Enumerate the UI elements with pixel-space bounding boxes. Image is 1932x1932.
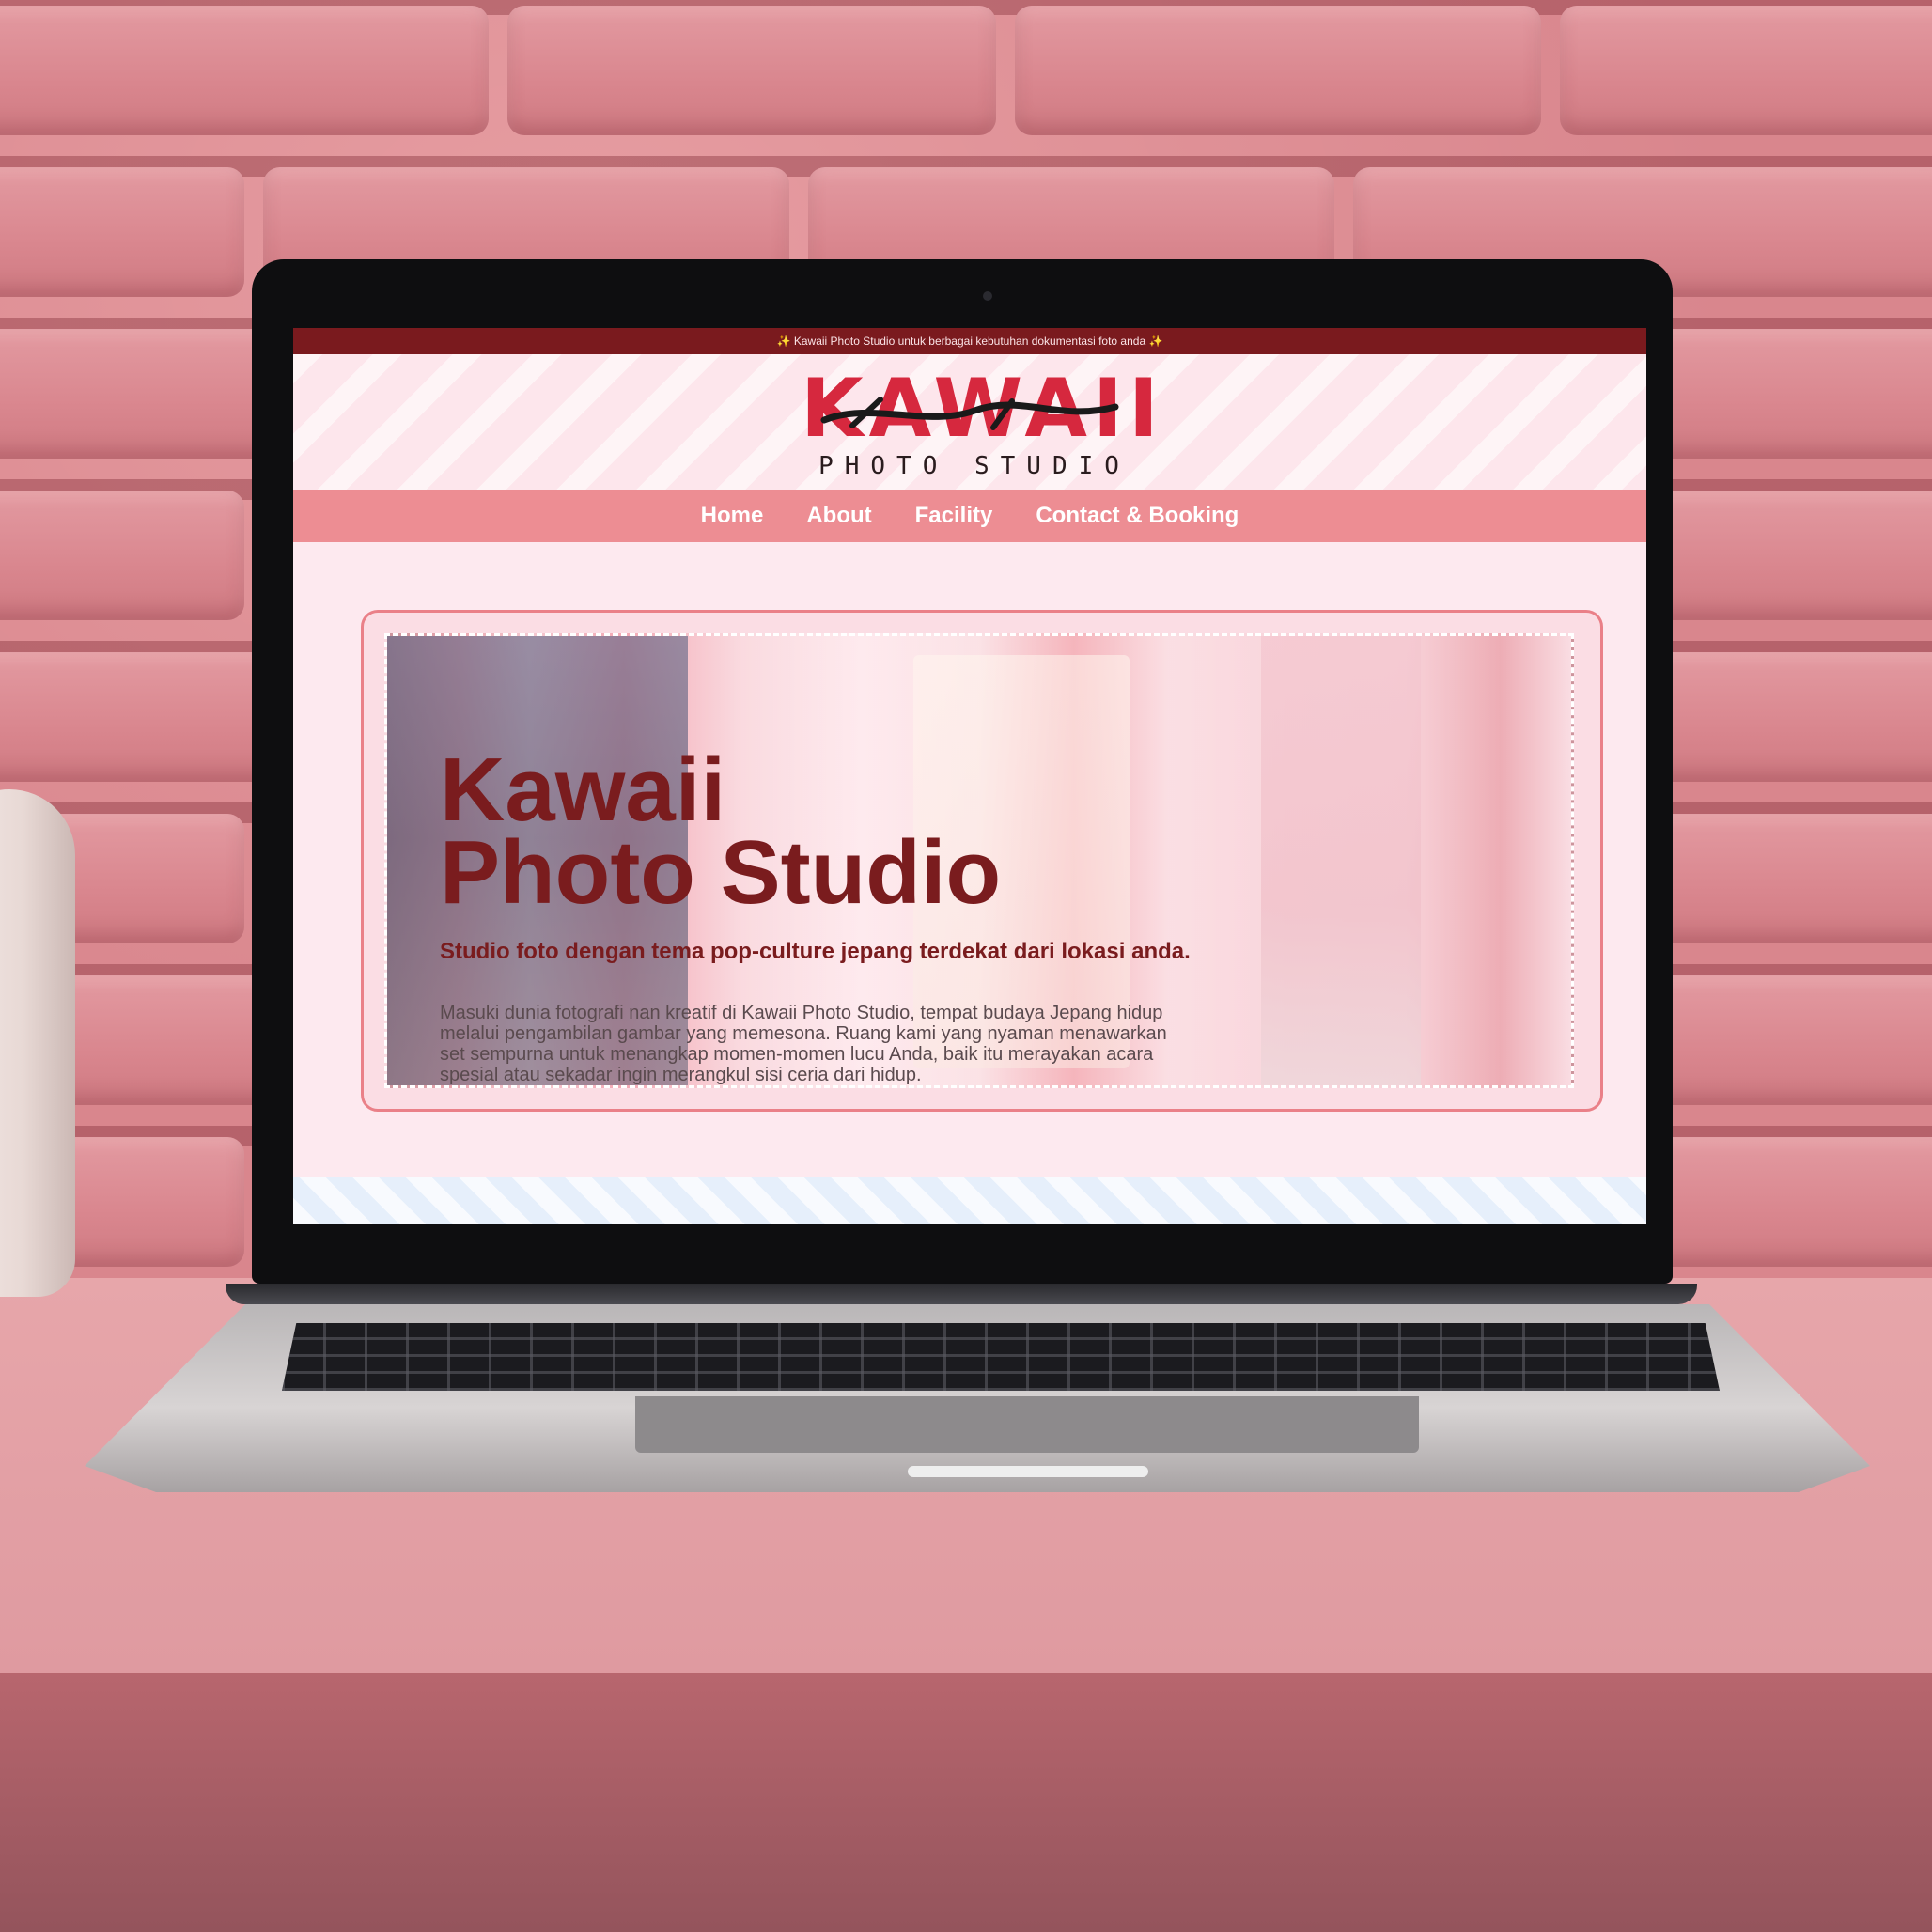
hero-title: Kawaii Photo Studio <box>440 745 1285 918</box>
keyboard <box>282 1323 1720 1391</box>
header-logo-area: KAWAII PHOTO STUDIO <box>293 354 1646 490</box>
announcement-text: ✨ Kawaii Photo Studio untuk berbagai keb… <box>776 335 1163 348</box>
hero-text-block: Kawaii Photo Studio Studio foto dengan t… <box>440 745 1285 1086</box>
nav-home[interactable]: Home <box>679 503 786 529</box>
webcam <box>983 291 992 301</box>
laptop-screen: ✨ Kawaii Photo Studio untuk berbagai keb… <box>293 328 1646 1224</box>
laptop-hinge <box>226 1284 1697 1304</box>
trackpad <box>635 1396 1419 1453</box>
desk-front <box>0 1673 1932 1932</box>
logo-brush-stroke-icon <box>820 397 1119 430</box>
hero-banner-image: Kawaii Photo Studio Studio foto dengan t… <box>384 633 1574 1088</box>
laptop-front-notch <box>908 1466 1148 1477</box>
hero-description: Masuki dunia fotografi nan kreatif di Ka… <box>440 1003 1167 1085</box>
hero-title-line2: Photo Studio <box>440 822 1002 923</box>
section-divider-pattern <box>293 1177 1646 1224</box>
hero-tagline: Studio foto dengan tema pop-culture jepa… <box>440 939 1191 964</box>
hero-card: Kawaii Photo Studio Studio foto dengan t… <box>361 610 1603 1112</box>
main-content: Kawaii Photo Studio Studio foto dengan t… <box>293 542 1646 1224</box>
announcement-bar: ✨ Kawaii Photo Studio untuk berbagai keb… <box>293 328 1646 354</box>
nav-contact-booking[interactable]: Contact & Booking <box>1014 503 1260 529</box>
nav-about[interactable]: About <box>785 503 893 529</box>
main-nav: Home About Facility Contact & Booking <box>293 490 1646 542</box>
nav-facility[interactable]: Facility <box>894 503 1015 529</box>
site-logo-subtitle: PHOTO STUDIO <box>818 452 1130 480</box>
vase <box>0 789 75 1297</box>
